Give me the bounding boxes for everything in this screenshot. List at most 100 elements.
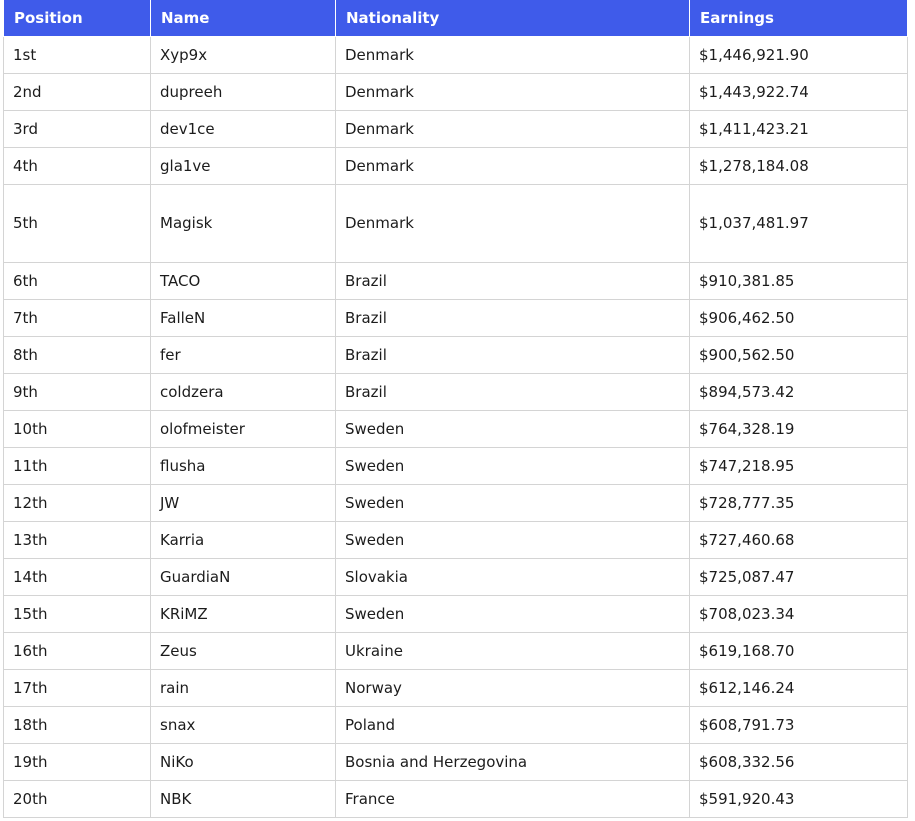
earnings-cell: $591,920.43 [689,779,908,818]
earnings-table-container: Position Name Nationality Earnings 1st Xy… [3,0,908,818]
earnings-cell: $725,087.47 [689,557,908,596]
header-nationality: Nationality [335,0,690,37]
table-row: 16th Zeus Ukraine $619,168.70 [3,631,908,670]
player-name-cell: Karria [150,520,336,559]
table-row: 18th snax Poland $608,791.73 [3,705,908,744]
table-header: Position Name Nationality Earnings [3,0,908,37]
nationality-cell: Sweden [335,594,690,633]
player-name-cell: olofmeister [150,409,336,448]
table-row: 2nd dupreeh Denmark $1,443,922.74 [3,72,908,111]
earnings-cell: $910,381.85 [689,261,908,300]
position-cell: 4th [3,146,151,185]
table-row: 14th GuardiaN Slovakia $725,087.47 [3,557,908,596]
nationality-cell: Denmark [335,109,690,148]
nationality-cell: Ukraine [335,631,690,670]
nationality-cell: Denmark [335,35,690,74]
position-cell: 17th [3,668,151,707]
nationality-cell: Bosnia and Herzegovina [335,742,690,781]
player-name-cell: rain [150,668,336,707]
position-cell: 6th [3,261,151,300]
table-row: 13th Karria Sweden $727,460.68 [3,520,908,559]
player-name-cell: NBK [150,779,336,818]
nationality-cell: Brazil [335,372,690,411]
header-name: Name [150,0,336,37]
position-cell: 2nd [3,72,151,111]
earnings-cell: $906,462.50 [689,298,908,337]
table-row: 1st Xyp9x Denmark $1,446,921.90 [3,35,908,74]
position-cell: 12th [3,483,151,522]
player-name-cell: GuardiaN [150,557,336,596]
table-row: 10th olofmeister Sweden $764,328.19 [3,409,908,448]
position-cell: 9th [3,372,151,411]
table-row: 9th coldzera Brazil $894,573.42 [3,372,908,411]
position-cell: 16th [3,631,151,670]
position-cell: 13th [3,520,151,559]
player-name-cell: flusha [150,446,336,485]
table-row: 15th KRiMZ Sweden $708,023.34 [3,594,908,633]
nationality-cell: Sweden [335,520,690,559]
table-row: 19th NiKo Bosnia and Herzegovina $608,332.5… [3,742,908,781]
player-name-cell: Zeus [150,631,336,670]
position-cell: 14th [3,557,151,596]
earnings-cell: $1,278,184.08 [689,146,908,185]
nationality-cell: Brazil [335,298,690,337]
earnings-cell: $708,023.34 [689,594,908,633]
table-row: 5th Magisk Denmark $1,037,481.97 [3,183,908,263]
table-row: 17th rain Norway $612,146.24 [3,668,908,707]
nationality-cell: Denmark [335,146,690,185]
player-name-cell: FalleN [150,298,336,337]
player-name-cell: TACO [150,261,336,300]
position-cell: 11th [3,446,151,485]
earnings-cell: $1,446,921.90 [689,35,908,74]
header-row: Position Name Nationality Earnings [3,0,908,37]
table-row: 3rd dev1ce Denmark $1,411,423.21 [3,109,908,148]
earnings-cell: $747,218.95 [689,446,908,485]
position-cell: 7th [3,298,151,337]
position-cell: 19th [3,742,151,781]
header-earnings: Earnings [689,0,908,37]
nationality-cell: Slovakia [335,557,690,596]
header-position: Position [3,0,151,37]
table-row: 8th fer Brazil $900,562.50 [3,335,908,374]
table-row: 7th FalleN Brazil $906,462.50 [3,298,908,337]
nationality-cell: Denmark [335,72,690,111]
player-name-cell: NiKo [150,742,336,781]
nationality-cell: Brazil [335,261,690,300]
position-cell: 20th [3,779,151,818]
nationality-cell: Poland [335,705,690,744]
player-name-cell: dupreeh [150,72,336,111]
earnings-table: Position Name Nationality Earnings 1st Xy… [3,0,908,818]
earnings-cell: $1,411,423.21 [689,109,908,148]
nationality-cell: Brazil [335,335,690,374]
position-cell: 5th [3,183,151,263]
earnings-cell: $1,443,922.74 [689,72,908,111]
position-cell: 1st [3,35,151,74]
position-cell: 10th [3,409,151,448]
player-name-cell: coldzera [150,372,336,411]
nationality-cell: Denmark [335,183,690,263]
player-name-cell: JW [150,483,336,522]
earnings-cell: $612,146.24 [689,668,908,707]
player-name-cell: snax [150,705,336,744]
nationality-cell: Sweden [335,446,690,485]
table-row: 12th JW Sweden $728,777.35 [3,483,908,522]
earnings-cell: $764,328.19 [689,409,908,448]
table-body: 1st Xyp9x Denmark $1,446,921.90 2nd dupreeh De… [3,35,908,818]
table-row: 6th TACO Brazil $910,381.85 [3,261,908,300]
earnings-cell: $619,168.70 [689,631,908,670]
position-cell: 8th [3,335,151,374]
earnings-cell: $728,777.35 [689,483,908,522]
player-name-cell: KRiMZ [150,594,336,633]
table-row: 11th flusha Sweden $747,218.95 [3,446,908,485]
position-cell: 3rd [3,109,151,148]
earnings-cell: $608,791.73 [689,705,908,744]
table-row: 20th NBK France $591,920.43 [3,779,908,818]
player-name-cell: dev1ce [150,109,336,148]
nationality-cell: Norway [335,668,690,707]
player-name-cell: Xyp9x [150,35,336,74]
earnings-cell: $1,037,481.97 [689,183,908,263]
earnings-cell: $608,332.56 [689,742,908,781]
nationality-cell: Sweden [335,409,690,448]
nationality-cell: Sweden [335,483,690,522]
position-cell: 15th [3,594,151,633]
